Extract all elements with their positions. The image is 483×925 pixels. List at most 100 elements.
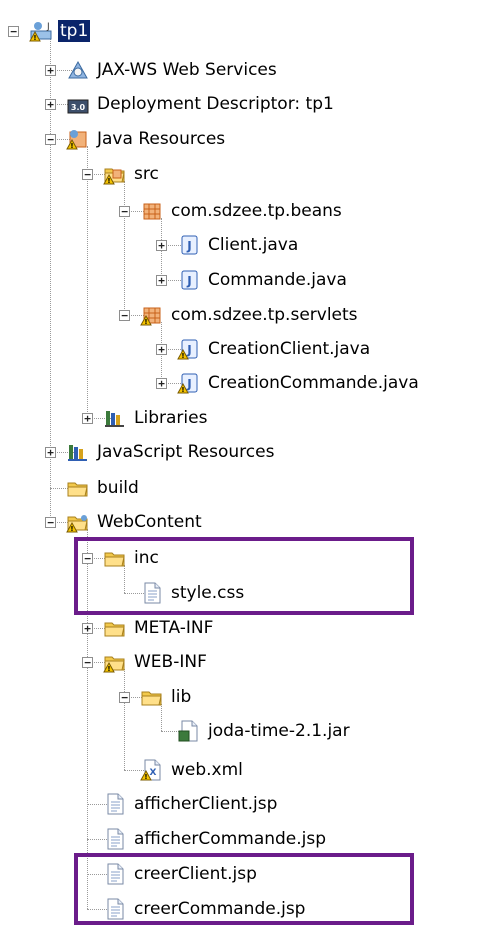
xml-file-warning-icon: X! <box>139 757 165 783</box>
tree-item[interactable]: Libraries <box>102 403 209 433</box>
tree-item[interactable]: JavaScript Resources <box>65 437 276 467</box>
tree-item[interactable]: J! tp1 <box>28 16 91 46</box>
tree-item[interactable]: ! Java Resources <box>65 124 227 154</box>
svg-text:!: ! <box>33 34 36 42</box>
folder-icon <box>102 615 128 641</box>
expand-toggle[interactable]: + <box>82 623 93 634</box>
tree-item-label: Java Resources <box>97 129 226 149</box>
web-content-folder-icon: ! <box>65 509 91 535</box>
svg-text:J: J <box>186 239 191 253</box>
tree-item[interactable]: lib <box>139 682 193 712</box>
tree-item[interactable]: J Commande.java <box>176 265 349 295</box>
tree-item[interactable]: META-INF <box>102 613 215 643</box>
tree-item-label: com.sdzee.tp.servlets <box>171 305 358 325</box>
tree-item-label: joda-time-2.1.jar <box>208 721 350 741</box>
collapse-toggle[interactable]: − <box>119 206 130 217</box>
tree-item[interactable]: J! CreationClient.java <box>176 334 372 364</box>
tree-connector-line <box>124 181 125 315</box>
web-services-icon <box>65 57 91 83</box>
tree-item-label: build <box>97 478 139 498</box>
tree-item[interactable]: build <box>65 473 141 503</box>
svg-text:!: ! <box>70 142 73 150</box>
jsp-file-icon <box>102 896 128 922</box>
collapse-toggle[interactable]: − <box>119 310 130 321</box>
tree-item-label: Libraries <box>134 408 208 428</box>
tree-item[interactable]: afficherCommande.jsp <box>102 824 328 854</box>
tree-item[interactable]: joda-time-2.1.jar <box>176 716 352 746</box>
deployment-descriptor-icon: 3.0 <box>65 91 91 117</box>
tree-item-label: JAX-WS Web Services <box>97 60 277 80</box>
jsp-file-icon <box>102 826 128 852</box>
tree-item-label: afficherCommande.jsp <box>134 829 327 849</box>
tree-item[interactable]: ! WebContent <box>65 507 204 537</box>
svg-text:X: X <box>150 768 157 778</box>
tree-item[interactable]: inc <box>102 543 161 573</box>
collapse-toggle[interactable]: − <box>45 517 56 528</box>
collapse-toggle[interactable]: − <box>82 169 93 180</box>
tree-item-label: CreationCommande.java <box>208 373 419 393</box>
javascript-resources-icon <box>65 439 91 465</box>
tree-item[interactable]: style.css <box>139 578 246 608</box>
tree-item[interactable]: com.sdzee.tp.beans <box>139 196 344 226</box>
tree-item[interactable]: ! src <box>102 159 161 189</box>
java-file-warning-icon: J! <box>176 370 202 396</box>
collapse-toggle[interactable]: − <box>82 657 93 668</box>
tree-item-label: style.css <box>171 583 245 603</box>
svg-text:3.0: 3.0 <box>71 103 86 112</box>
tree-item-label: Commande.java <box>208 270 347 290</box>
project-explorer-tree: − J! tp1 + JAX-WS Web Services +3.0 Deployment… <box>0 0 483 925</box>
tree-item-label: JavaScript Resources <box>97 442 275 462</box>
collapse-toggle[interactable]: − <box>82 553 93 564</box>
expand-toggle[interactable]: + <box>45 99 56 110</box>
tree-item[interactable]: ! WEB-INF <box>102 647 209 677</box>
tree-item-label: tp1 <box>58 20 91 42</box>
tree-item[interactable]: J Client.java <box>176 230 300 260</box>
collapse-toggle[interactable]: − <box>45 134 56 145</box>
collapse-toggle[interactable]: − <box>8 26 19 37</box>
tree-item-label: creerClient.jsp <box>134 864 257 884</box>
svg-text:!: ! <box>181 352 184 360</box>
jar-file-icon <box>176 718 202 744</box>
expand-toggle[interactable]: + <box>156 378 167 389</box>
expand-toggle[interactable]: + <box>45 447 56 458</box>
svg-text:!: ! <box>107 177 110 185</box>
tree-connector-line <box>87 146 88 418</box>
tree-item-label: com.sdzee.tp.beans <box>171 201 342 221</box>
expand-toggle[interactable]: + <box>82 413 93 424</box>
tree-item-label: lib <box>171 687 192 707</box>
java-resources-icon: ! <box>65 126 91 152</box>
expand-toggle[interactable]: + <box>156 240 167 251</box>
tree-item[interactable]: J! CreationCommande.java <box>176 368 421 398</box>
tree-item[interactable]: 3.0 Deployment Descriptor: tp1 <box>65 89 336 119</box>
java-file-icon: J <box>176 267 202 293</box>
expand-toggle[interactable]: + <box>45 65 56 76</box>
expand-toggle[interactable]: + <box>156 275 167 286</box>
svg-text:J: J <box>46 22 50 32</box>
folder-icon <box>139 684 165 710</box>
tree-item-label: Deployment Descriptor: tp1 <box>97 94 334 114</box>
tree-item[interactable]: JAX-WS Web Services <box>65 55 279 85</box>
tree-item-label: src <box>134 164 159 184</box>
svg-text:J: J <box>186 343 191 357</box>
tree-item-label: WEB-INF <box>134 652 207 672</box>
tree-connector-line <box>87 529 88 909</box>
tree-item[interactable]: X! web.xml <box>139 755 245 785</box>
tree-item-label: META-INF <box>134 618 214 638</box>
tree-item[interactable]: ! com.sdzee.tp.servlets <box>139 300 360 330</box>
tree-item-label: creerCommande.jsp <box>134 899 306 919</box>
tree-item[interactable]: creerClient.jsp <box>102 859 259 889</box>
tree-connector-line <box>124 669 125 770</box>
jsp-file-icon <box>102 861 128 887</box>
java-file-warning-icon: J! <box>176 336 202 362</box>
tree-item-label: WebContent <box>97 512 202 532</box>
jsp-file-icon <box>102 791 128 817</box>
tree-item-label: inc <box>134 548 159 568</box>
tree-item[interactable]: afficherClient.jsp <box>102 789 279 819</box>
svg-text:!: ! <box>70 525 73 533</box>
folder-icon <box>65 475 91 501</box>
svg-text:!: ! <box>144 318 147 326</box>
collapse-toggle[interactable]: − <box>119 692 130 703</box>
tree-item[interactable]: creerCommande.jsp <box>102 894 307 924</box>
expand-toggle[interactable]: + <box>156 344 167 355</box>
tree-item-label: web.xml <box>171 760 243 780</box>
